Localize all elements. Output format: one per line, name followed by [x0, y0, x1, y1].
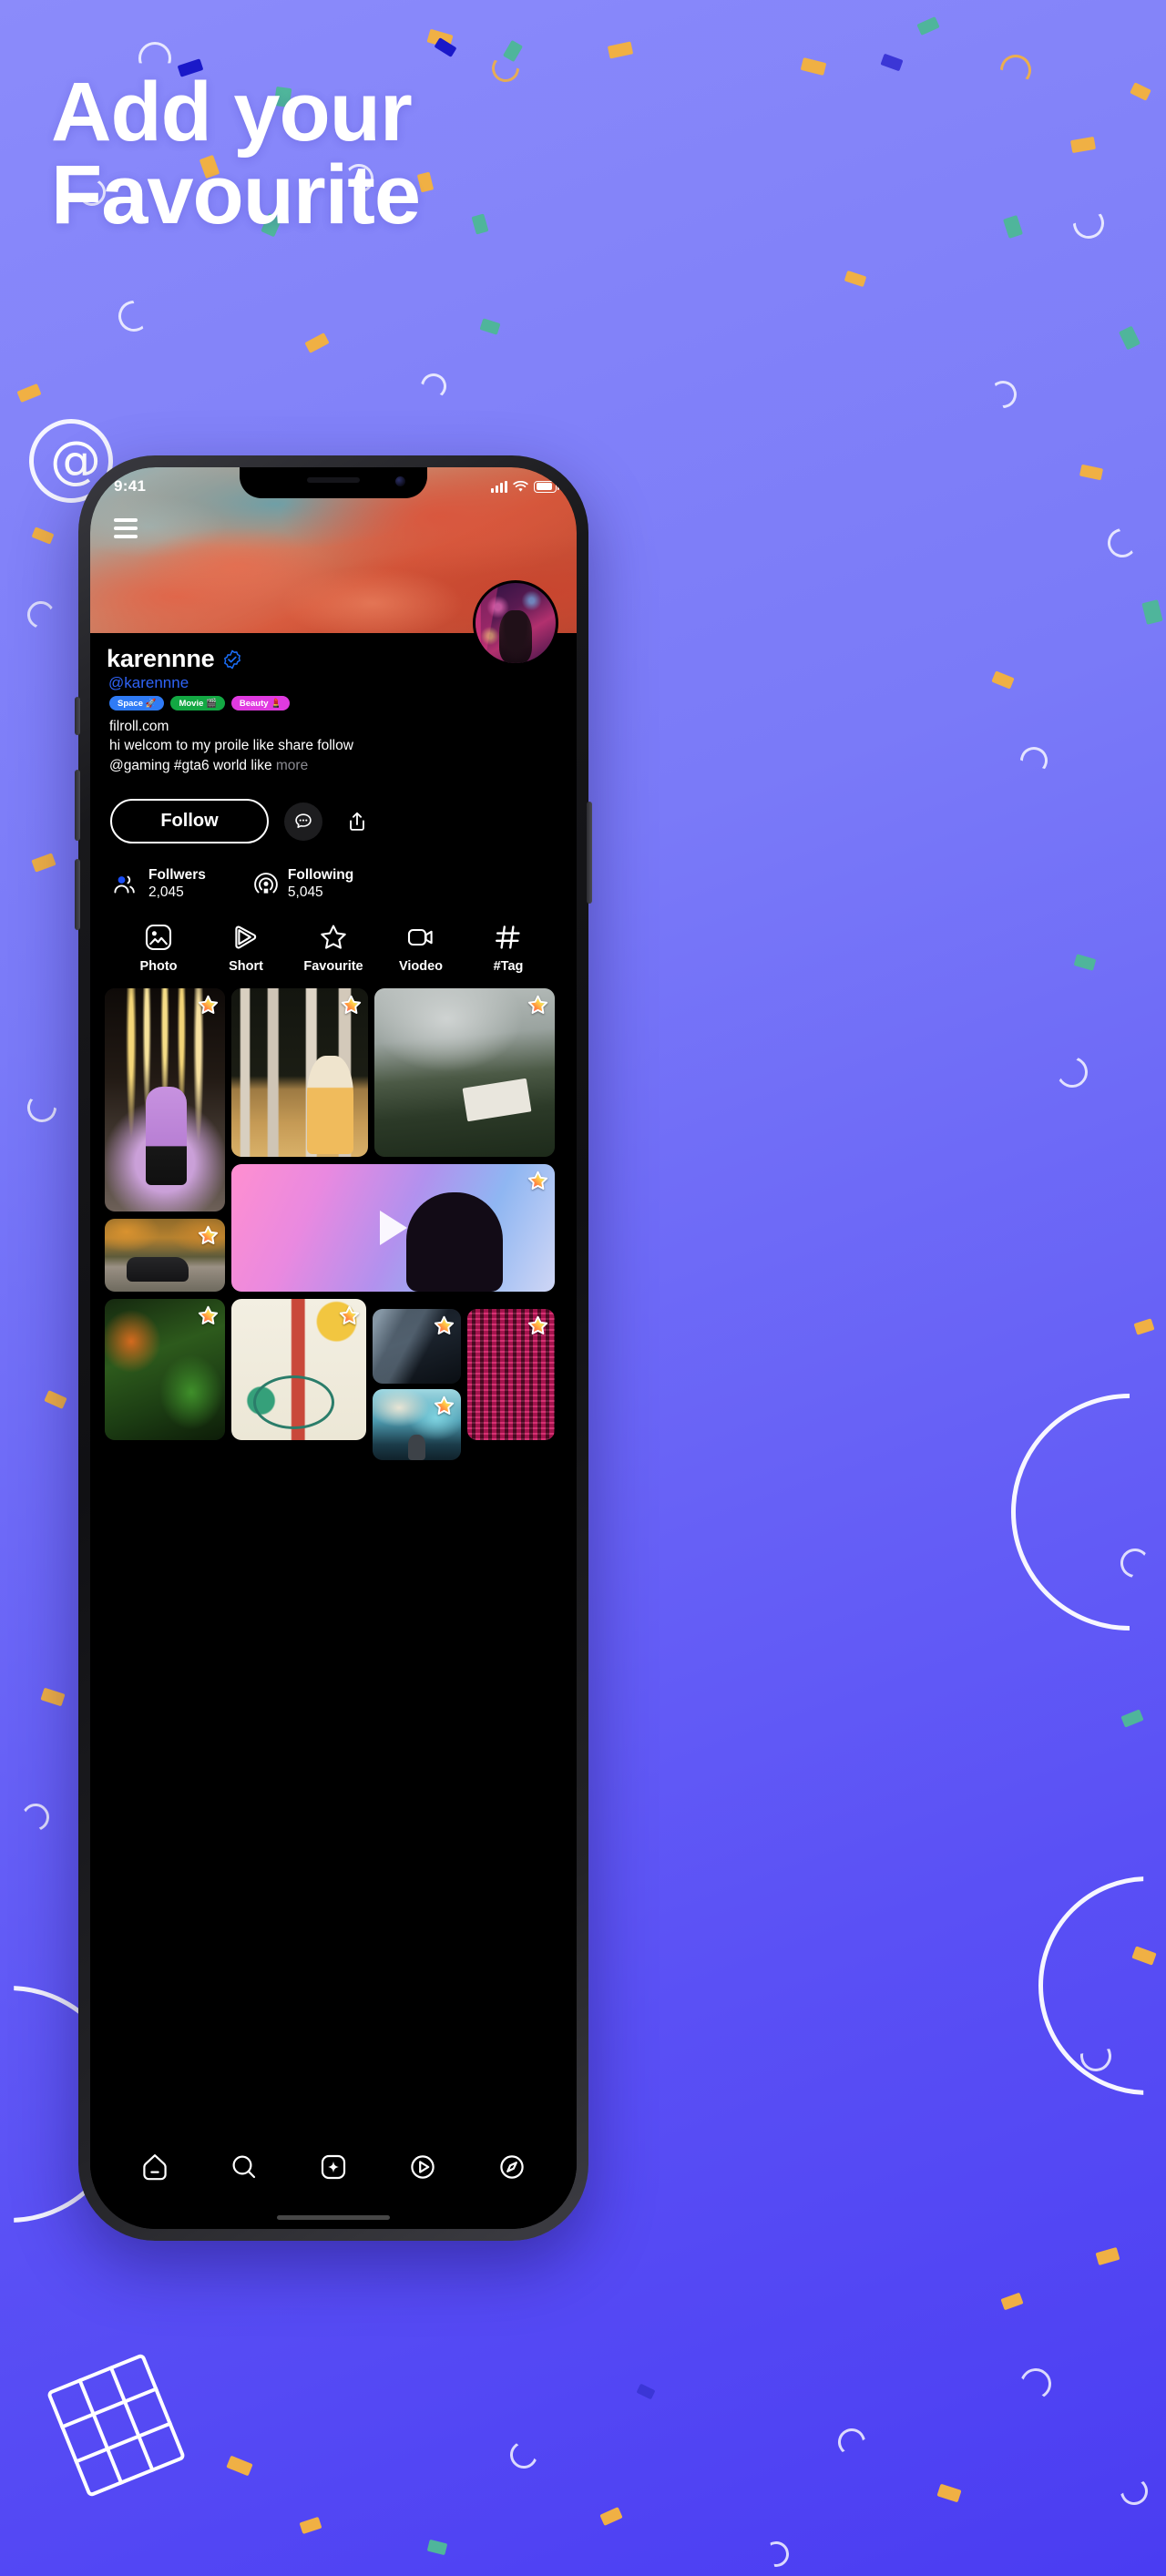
- tab-favourite[interactable]: Favourite: [294, 922, 373, 974]
- compass-icon: [500, 2155, 524, 2179]
- profile-section: karennne @karennne Space 🚀 Movie 🎬 Beaut…: [90, 580, 577, 974]
- phone-mute-switch: [75, 697, 80, 735]
- profile-bio-line-2: @gaming #gta6 world like: [109, 757, 272, 773]
- bio-more-link[interactable]: more: [276, 758, 308, 773]
- avatar[interactable]: [473, 580, 558, 666]
- message-bubble-icon: [295, 813, 312, 828]
- chip-movie[interactable]: Movie 🎬: [170, 696, 225, 710]
- post-red-building[interactable]: [467, 1309, 555, 1441]
- post-art-bicycle[interactable]: [231, 1299, 366, 1441]
- nav-home[interactable]: [139, 2152, 170, 2182]
- profile-bio: filroll.com hi welcom to my proile like …: [109, 717, 560, 775]
- play-triangle-icon[interactable]: [379, 1211, 407, 1246]
- phone-mockup: 9:41 karennne @karennne Space 🚀 Movie 🎬 …: [75, 455, 592, 2241]
- star-outline-icon: [321, 925, 346, 949]
- content-tabs: Photo Short Favourite Viodeo #Tag: [107, 922, 560, 974]
- tab-short[interactable]: Short: [207, 922, 285, 974]
- chip-space[interactable]: Space 🚀: [109, 696, 165, 710]
- stat-following-value: 5,045: [287, 884, 323, 900]
- message-button[interactable]: [284, 802, 322, 841]
- favourite-star-badge-icon: [198, 996, 219, 1015]
- tab-hashtag-label: #Tag: [493, 959, 524, 975]
- tab-favourite-label: Favourite: [303, 959, 363, 975]
- short-play-icon: [235, 925, 257, 949]
- app-screen: 9:41 karennne @karennne Space 🚀 Movie 🎬 …: [90, 467, 577, 2229]
- tab-hashtag[interactable]: #Tag: [469, 922, 547, 974]
- stat-following[interactable]: Following 5,045: [253, 867, 353, 901]
- post-dark-abstract[interactable]: [373, 1309, 461, 1385]
- post-gradient-video[interactable]: [231, 1164, 555, 1293]
- cellular-bars-icon: [491, 480, 507, 493]
- play-circle-icon: [411, 2155, 435, 2179]
- tab-photo-label: Photo: [139, 959, 178, 975]
- stat-followers-value: 2,045: [148, 884, 184, 900]
- home-indicator: [277, 2215, 390, 2220]
- home-icon: [143, 2154, 167, 2181]
- post-rock-paper[interactable]: [374, 988, 555, 1158]
- tab-viodeo[interactable]: Viodeo: [382, 922, 460, 974]
- stat-followers[interactable]: Follwers 2,045: [112, 867, 206, 901]
- share-button[interactable]: [338, 802, 376, 841]
- favourite-star-badge-icon: [434, 1396, 455, 1416]
- nav-explore[interactable]: [496, 2152, 527, 2182]
- video-camera-icon: [407, 929, 433, 946]
- stat-followers-label: Follwers: [148, 867, 206, 884]
- tab-viodeo-label: Viodeo: [398, 959, 444, 975]
- share-upload-icon: [350, 812, 364, 831]
- favourite-star-badge-icon: [527, 996, 548, 1015]
- favourite-star-badge-icon: [527, 1316, 548, 1335]
- photo-image-icon: [145, 925, 172, 951]
- verified-badge-icon: [224, 649, 241, 669]
- nav-search[interactable]: [229, 2152, 260, 2182]
- phone-screen: 9:41 karennne @karennne Space 🚀 Movie 🎬 …: [90, 467, 577, 2229]
- favourite-star-badge-icon: [198, 1226, 219, 1245]
- wifi-icon: [513, 480, 528, 492]
- tab-photo[interactable]: Photo: [119, 922, 198, 974]
- phone-volume-up-button: [75, 770, 80, 841]
- profile-actions: Follow: [110, 799, 560, 844]
- add-plus-square-icon: [321, 2154, 346, 2180]
- post-green-plants[interactable]: [105, 1299, 225, 1441]
- page-title: Add your Favourite: [51, 66, 421, 242]
- status-time: 9:41: [114, 477, 147, 495]
- nav-reels[interactable]: [407, 2152, 438, 2182]
- follow-button[interactable]: Follow: [110, 799, 269, 844]
- profile-display-name: karennne: [107, 645, 215, 672]
- phone-power-button: [587, 802, 592, 904]
- nav-create[interactable]: [318, 2152, 349, 2182]
- bottom-navigation: [90, 2129, 577, 2229]
- stat-following-label: Following: [287, 867, 354, 884]
- status-bar: 9:41: [90, 467, 577, 500]
- followers-people-icon: [114, 875, 135, 894]
- hashtag-icon: [496, 925, 520, 949]
- battery-icon: [534, 480, 560, 493]
- post-city-street[interactable]: [373, 1389, 461, 1461]
- profile-handle[interactable]: @karennne: [108, 674, 560, 692]
- profile-chips: Space 🚀 Movie 🎬 Beauty 💄: [109, 696, 560, 710]
- phone-volume-down-button: [75, 859, 80, 930]
- post-thumbnail: [105, 988, 225, 1212]
- favourite-star-badge-icon: [339, 1306, 360, 1325]
- post-lights-portrait[interactable]: [105, 988, 225, 1212]
- favourite-star-badge-icon: [198, 1306, 219, 1325]
- hamburger-menu-icon[interactable]: [114, 518, 138, 543]
- profile-stats: Follwers 2,045 Following 5,045: [112, 867, 560, 901]
- media-grid: [90, 988, 577, 1535]
- following-broadcast-icon: [254, 872, 278, 894]
- chip-beauty[interactable]: Beauty 💄: [230, 696, 291, 710]
- favourite-star-badge-icon: [527, 1171, 548, 1191]
- favourite-star-badge-icon: [434, 1316, 455, 1335]
- profile-website-link[interactable]: filroll.com: [109, 717, 560, 736]
- post-autumn-car[interactable]: [105, 1219, 225, 1293]
- profile-bio-line-1: hi welcom to my proile like share follow: [109, 738, 353, 754]
- favourite-star-badge-icon: [341, 996, 362, 1015]
- search-icon: [232, 2155, 256, 2179]
- post-forest-woman[interactable]: [231, 988, 368, 1158]
- tab-short-label: Short: [229, 959, 263, 975]
